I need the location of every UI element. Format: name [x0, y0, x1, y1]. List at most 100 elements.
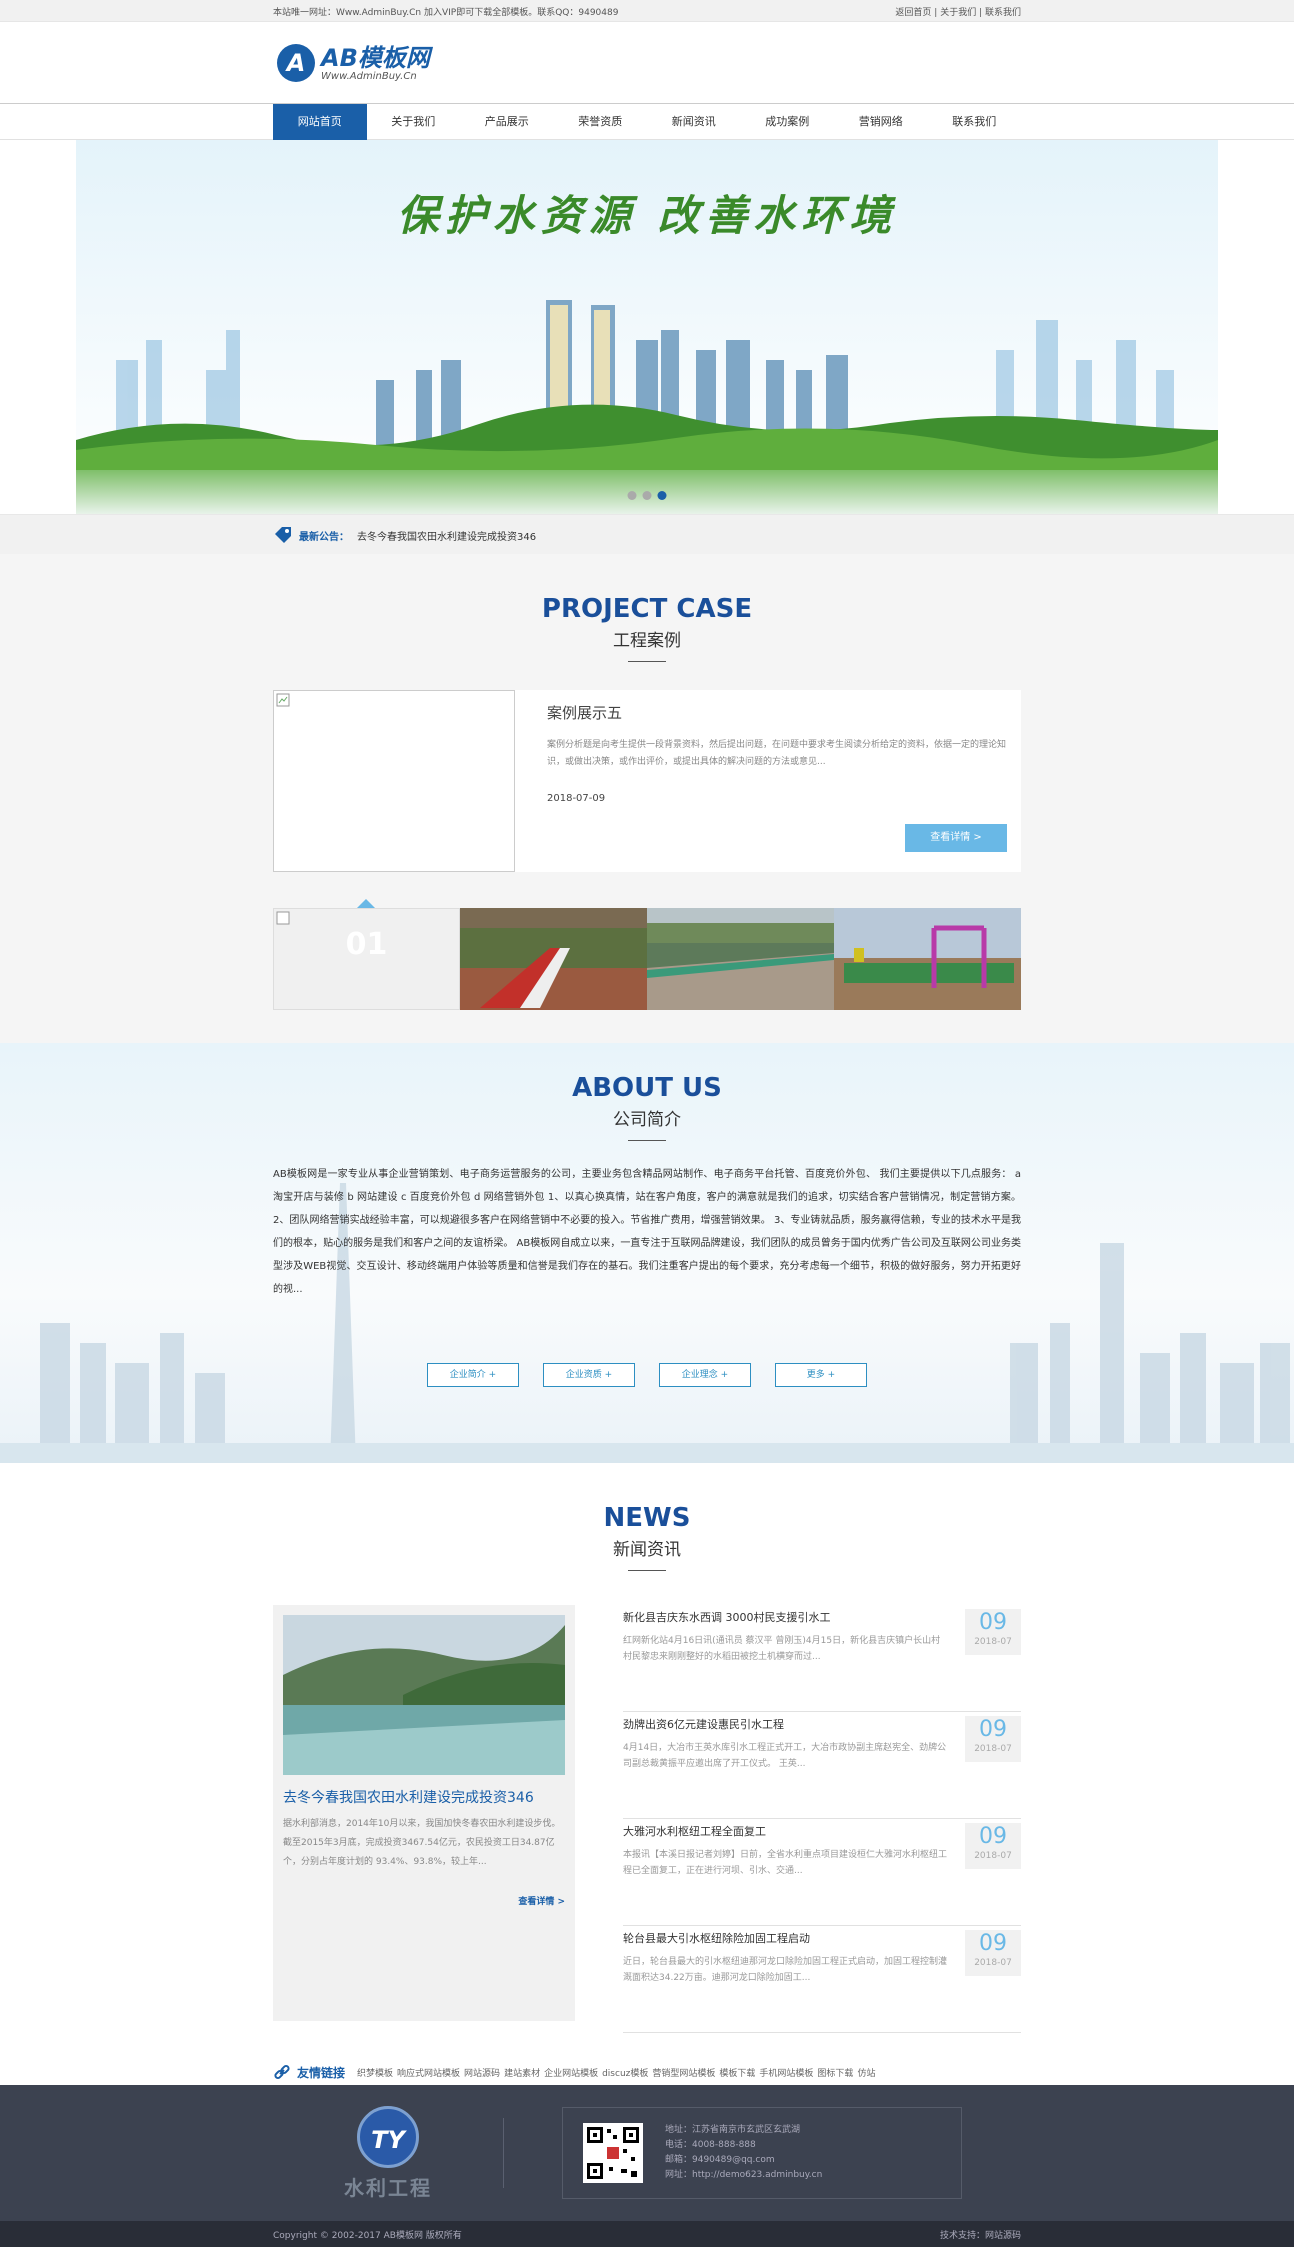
- news-item-title[interactable]: 新化县吉庆东水西调 3000村民支援引水工: [623, 1609, 949, 1625]
- news-item-desc: 红网新化站4月16日讯(通讯员 蔡汉平 曾刚玉)4月15日，新化县吉庆镇户长山村…: [623, 1636, 941, 1662]
- about-title-en: ABOUT US: [572, 1073, 722, 1103]
- news-lead-desc: 据水利部消息，2014年10月以来，我国加快冬春农田水利建设步伐。截至2015年…: [283, 1819, 561, 1867]
- banner-dot-2[interactable]: [642, 491, 652, 500]
- copyright-text: Copyright © 2002-2017 AB模板网 版权所有: [273, 2230, 462, 2241]
- news-lead-image[interactable]: [283, 1615, 565, 1775]
- news-lead-card: 去冬今春我国农田水利建设完成投资346 据水利部消息，2014年10月以来，我国…: [273, 1605, 575, 2021]
- friend-link[interactable]: 营销型网站模板: [652, 2069, 715, 2079]
- header: A AB模板网 Www.AdminBuy.Cn: [0, 22, 1294, 104]
- news-title-en: NEWS: [603, 1503, 691, 1533]
- case-title[interactable]: 案例展示五: [547, 702, 1007, 723]
- nav-item-home[interactable]: 网站首页: [273, 104, 367, 140]
- footer: TY 水利工程 地址：江苏省南京市玄武区玄武湖 电话：4008-888-888 …: [0, 2085, 1294, 2221]
- news-lead-more-link[interactable]: 查看详情 >: [283, 1894, 565, 1907]
- title-divider: [628, 1140, 666, 1141]
- top-link-about[interactable]: 关于我们: [940, 8, 976, 18]
- banner-pagination: [627, 491, 667, 500]
- broken-image-icon: [276, 911, 290, 925]
- top-bar-text: 本站唯一网址：Www.AdminBuy.Cn 加入VIP即可下载全部模板。联系Q…: [273, 7, 619, 18]
- news-item-title[interactable]: 大雅河水利枢纽工程全面复工: [623, 1823, 949, 1839]
- banner-dot-1[interactable]: [627, 491, 637, 500]
- main-nav: 网站首页 关于我们 产品展示 荣誉资质 新闻资讯 成功案例 营销网络 联系我们: [0, 104, 1294, 140]
- link-icon: [274, 2064, 290, 2080]
- case-desc: 案例分析题是向考生提供一段背景资料，然后提出问题，在问题中要求考生阅读分析给定的…: [547, 740, 1007, 767]
- tech-support-link[interactable]: 技术支持：网站源码: [940, 2228, 1021, 2241]
- notice-label: 最新公告：: [299, 531, 349, 543]
- title-divider: [628, 661, 666, 662]
- footer-logo-mark: TY: [357, 2105, 419, 2168]
- banner-dot-3[interactable]: [657, 491, 667, 500]
- news-item-desc: 本报讯【本溪日报记者刘婷】日前，全省水利重点项目建设桓仁大雅河水利枢纽工程已全面…: [623, 1850, 948, 1876]
- friend-link[interactable]: 响应式网站模板: [397, 2069, 460, 2079]
- nav-item-about[interactable]: 关于我们: [367, 104, 461, 140]
- case-thumb-3[interactable]: [647, 908, 834, 1010]
- nav-item-honors[interactable]: 荣誉资质: [554, 104, 648, 140]
- case-thumb-2[interactable]: [460, 908, 647, 1010]
- nav-item-news[interactable]: 新闻资讯: [647, 104, 741, 140]
- friend-link[interactable]: 模板下载: [719, 2069, 755, 2079]
- friend-link[interactable]: 手机网站模板: [759, 2069, 813, 2079]
- site-logo[interactable]: A AB模板网 Www.AdminBuy.Cn: [277, 44, 430, 82]
- news-item[interactable]: 大雅河水利枢纽工程全面复工本报讯【本溪日报记者刘婷】日前，全省水利重点项目建设桓…: [623, 1819, 1021, 1926]
- nav-item-contact[interactable]: 联系我们: [928, 104, 1022, 140]
- notice-bar: 最新公告： 去冬今春我国农田水利建设完成投资346: [0, 514, 1294, 554]
- news-list: 新化县吉庆东水西调 3000村民支援引水工红网新化站4月16日讯(通讯员 蔡汉平…: [623, 1605, 1021, 2033]
- top-link-home[interactable]: 返回首页: [895, 8, 931, 18]
- friend-link[interactable]: 网站源码: [464, 2069, 500, 2079]
- nav-item-cases[interactable]: 成功案例: [741, 104, 835, 140]
- case-thumb-4[interactable]: [834, 908, 1021, 1010]
- case-image[interactable]: [273, 690, 515, 872]
- nav-item-products[interactable]: 产品展示: [460, 104, 554, 140]
- about-qualification-button[interactable]: 企业资质 +: [543, 1363, 635, 1387]
- footer-logo: TY 水利工程: [273, 2105, 503, 2201]
- footer-logo-name: 水利工程: [344, 2175, 432, 2200]
- news-item[interactable]: 轮台县最大引水枢纽除险加固工程启动近日，轮台县最大的引水枢纽迪那河龙口除险加固工…: [623, 1926, 1021, 2033]
- news-item-title[interactable]: 劲牌出资6亿元建设惠民引水工程: [623, 1716, 949, 1732]
- logo-name: AB模板网: [321, 43, 430, 72]
- about-intro-button[interactable]: 企业简介 +: [427, 1363, 519, 1387]
- about-more-button[interactable]: 更多 +: [775, 1363, 867, 1387]
- news-item-desc: 4月14日，大冶市王英水库引水工程正式开工，大冶市政协副主席赵宪全、劲牌公司副总…: [623, 1743, 947, 1769]
- top-bar-links: 返回首页 | 关于我们 | 联系我们: [895, 7, 1021, 18]
- friend-link[interactable]: 企业网站模板: [544, 2069, 598, 2079]
- news-title-cn: 新闻资讯: [613, 1540, 681, 1560]
- case-date: 2018-07-09: [547, 793, 606, 804]
- footer-contact: 地址：江苏省南京市玄武区玄武湖 电话：4008-888-888 邮箱：94904…: [562, 2107, 962, 2199]
- qr-code-icon: [583, 2123, 643, 2183]
- notice-text[interactable]: 去冬今春我国农田水利建设完成投资346: [357, 528, 536, 543]
- friend-link[interactable]: 建站素材: [504, 2069, 540, 2079]
- nav-item-network[interactable]: 营销网络: [834, 104, 928, 140]
- friend-links: 友情链接 织梦模板 响应式网站模板 网站源码 建站素材 企业网站模板 discuz模板 营销…: [273, 2063, 1021, 2081]
- friend-link[interactable]: 仿站: [857, 2069, 875, 2079]
- friend-links-list: 织梦模板 响应式网站模板 网站源码 建站素材 企业网站模板 discuz模板 营销型网站模板…: [357, 2066, 879, 2079]
- logo-sub: Www.AdminBuy.Cn: [321, 70, 417, 82]
- news-item[interactable]: 劲牌出资6亿元建设惠民引水工程 4月14日，大冶市王英水库引水工程正式开工，大冶市…: [623, 1712, 1021, 1819]
- case-thumb-1[interactable]: 01: [273, 908, 460, 1010]
- footer-phone: 电话：4008-888-888: [665, 2140, 756, 2150]
- friend-link[interactable]: discuz模板: [602, 2069, 648, 2079]
- logo-badge-icon: A: [277, 44, 315, 82]
- case-card: 案例展示五 案例分析题是向考生提供一段背景资料，然后提出问题，在问题中要求考生阅…: [273, 690, 1021, 872]
- news-item-title[interactable]: 轮台县最大引水枢纽除险加固工程启动: [623, 1930, 949, 1946]
- hero-banner: 保护水资源 改善水环境: [76, 140, 1218, 514]
- footer-email: 邮箱：9490489@qq.com: [665, 2155, 775, 2165]
- friend-link[interactable]: 织梦模板: [357, 2069, 393, 2079]
- footer-address: 地址：江苏省南京市玄武区玄武湖: [665, 2125, 801, 2135]
- news-lead-title[interactable]: 去冬今春我国农田水利建设完成投资346: [283, 1787, 565, 1807]
- title-divider: [628, 1570, 666, 1571]
- footer-site[interactable]: 网址：http://demo623.adminbuy.cn: [665, 2168, 822, 2183]
- about-text: AB模板网是一家专业从事企业营销策划、电子商务运营服务的公司，主要业务包含精品网…: [273, 1169, 1021, 1295]
- news-item-date: 09 2018-07: [965, 1716, 1021, 1762]
- project-case-section: PROJECT CASE 工程案例 案例展示五 案例分析题是向考生提供一段背景资…: [0, 554, 1294, 1043]
- friend-link[interactable]: 图标下载: [817, 2069, 853, 2079]
- news-item-desc: 近日，轮台县最大的引水枢纽迪那河龙口除险加固工程正式启动，加固工程控制灌溉面积达…: [623, 1957, 948, 1983]
- copyright-bar: Copyright © 2002-2017 AB模板网 版权所有 技术支持：网站…: [0, 2221, 1294, 2247]
- thumb-number: 01: [345, 927, 388, 962]
- news-item[interactable]: 新化县吉庆东水西调 3000村民支援引水工红网新化站4月16日讯(通讯员 蔡汉平…: [623, 1605, 1021, 1712]
- top-bar: 本站唯一网址：Www.AdminBuy.Cn 加入VIP即可下载全部模板。联系Q…: [0, 0, 1294, 22]
- top-link-contact[interactable]: 联系我们: [985, 8, 1021, 18]
- about-philosophy-button[interactable]: 企业理念 +: [659, 1363, 751, 1387]
- case-thumbnails: 01: [273, 899, 1021, 1010]
- banner-slogan: 保护水资源 改善水环境: [396, 191, 898, 240]
- case-detail-button[interactable]: 查看详情 >: [905, 824, 1007, 852]
